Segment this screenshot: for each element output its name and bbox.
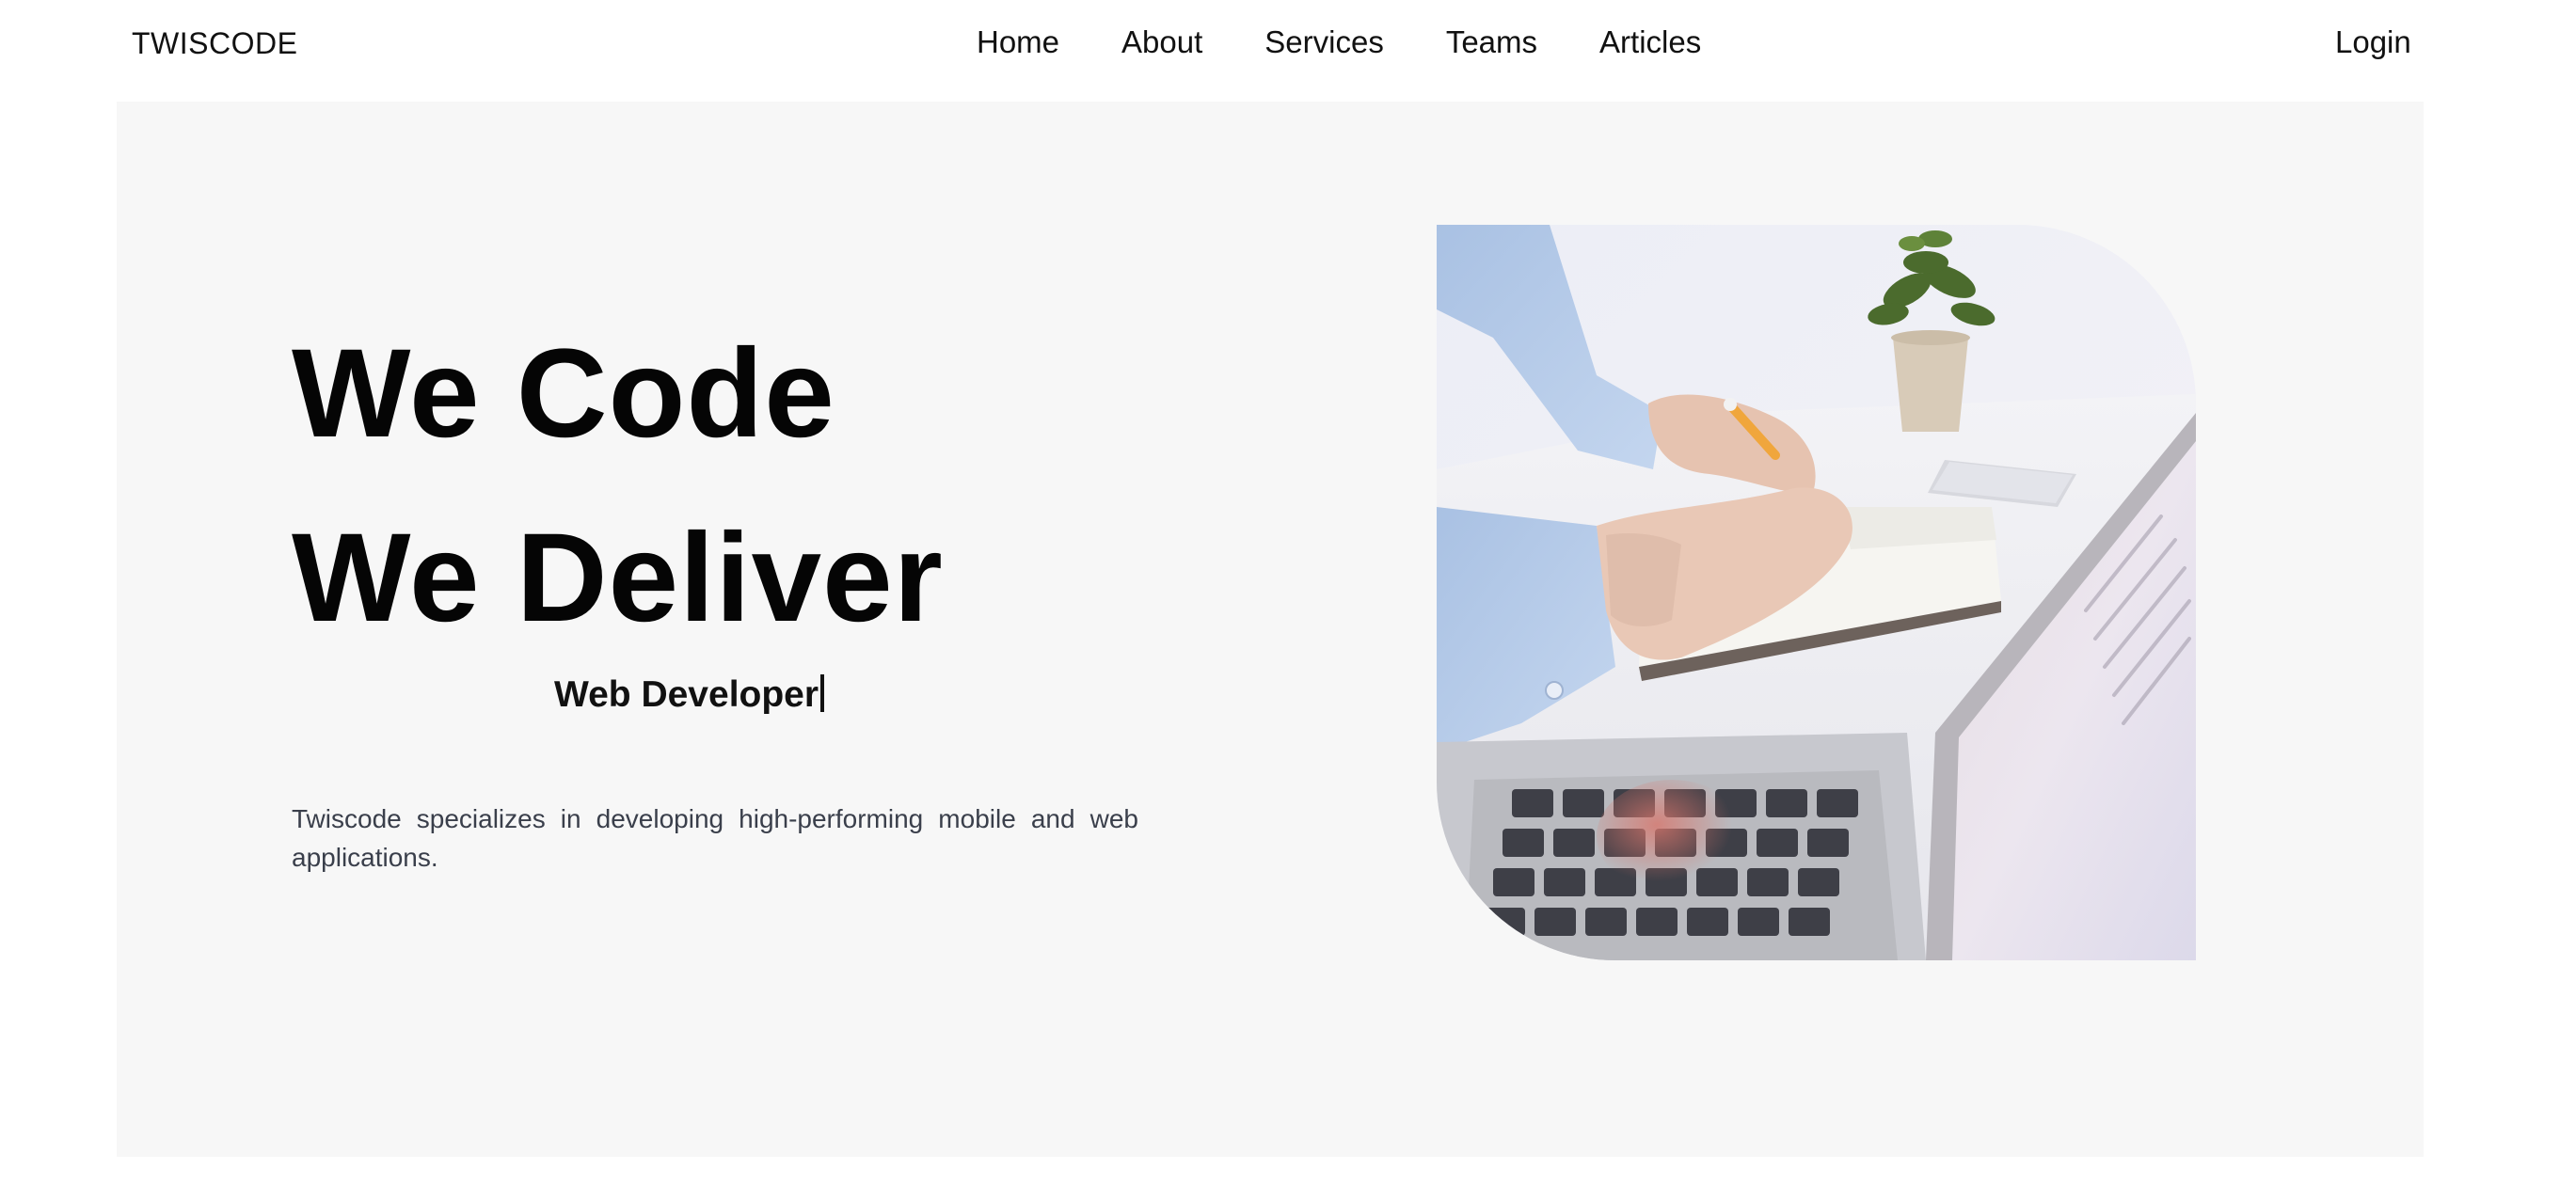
hero-typing-role: Web Developer (554, 673, 825, 718)
nav-link-services[interactable]: Services (1264, 23, 1384, 62)
hero-section: We Code We Deliver Web Developer Twiscod… (117, 102, 2424, 1157)
nav-link-home[interactable]: Home (977, 23, 1059, 62)
hero-laptop-desk-image (1437, 225, 2196, 960)
hero-headline-line2: We Deliver (292, 508, 944, 648)
hero-role-text: Web Developer (554, 674, 819, 715)
top-navbar: TWISCODE Home About Services Teams Artic… (0, 0, 2576, 102)
brand-logo[interactable]: TWISCODE (132, 24, 297, 62)
login-link[interactable]: Login (2335, 23, 2411, 62)
main-nav: Home About Services Teams Articles (977, 23, 1701, 62)
nav-link-articles[interactable]: Articles (1599, 23, 1701, 62)
typing-cursor (820, 674, 825, 712)
hero-headline-line1: We Code (292, 324, 835, 464)
nav-link-about[interactable]: About (1121, 23, 1202, 62)
nav-link-teams[interactable]: Teams (1446, 23, 1537, 62)
hero-description: Twiscode specializes in developing high-… (292, 804, 1138, 872)
laptop-desk-illustration (1437, 225, 2196, 960)
